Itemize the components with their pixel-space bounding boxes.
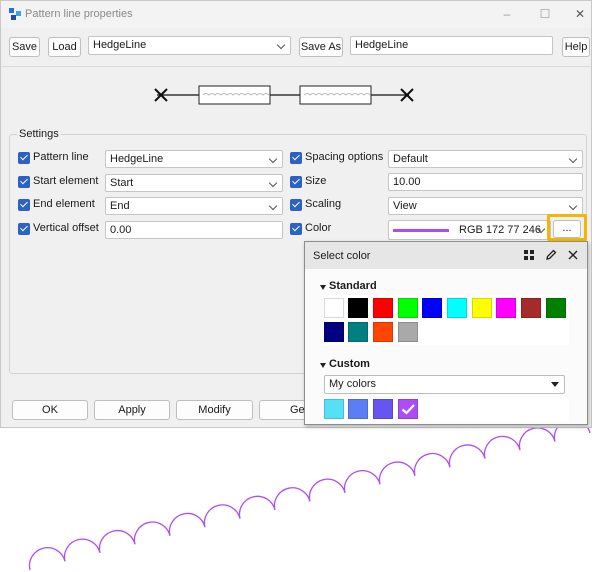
custom-swatch[interactable] xyxy=(324,399,344,419)
select-color-header: Select color xyxy=(305,242,587,269)
vertical-offset-checkbox[interactable] xyxy=(18,223,30,235)
color-checkbox[interactable] xyxy=(290,223,302,235)
standard-swatch[interactable] xyxy=(398,298,418,318)
size-label: Size xyxy=(305,175,327,187)
standard-swatch[interactable] xyxy=(348,322,368,342)
pattern-select[interactable]: HedgeLine xyxy=(88,36,291,55)
pattern-line-select[interactable]: HedgeLine xyxy=(105,150,283,168)
custom-swatch-selected[interactable] xyxy=(398,399,418,419)
standard-section-label: Standard xyxy=(329,280,377,292)
spacing-options-checkbox[interactable] xyxy=(290,152,302,164)
end-element-label: End element xyxy=(33,198,95,210)
standard-swatch[interactable] xyxy=(521,298,541,318)
standard-swatch[interactable] xyxy=(546,298,566,318)
load-button[interactable]: Load xyxy=(48,37,81,57)
standard-swatch[interactable] xyxy=(324,322,344,342)
start-element-select[interactable]: Start xyxy=(105,174,283,192)
vertical-offset-label: Vertical offset xyxy=(33,222,99,234)
settings-group-label: Settings xyxy=(17,128,61,140)
pattern-line-label: Pattern line xyxy=(33,151,89,163)
start-element-checkbox[interactable] xyxy=(18,176,30,188)
custom-swatch[interactable] xyxy=(348,399,368,419)
ok-button[interactable]: OK xyxy=(12,400,88,420)
save-as-name-input[interactable]: HedgeLine xyxy=(350,36,553,55)
standard-swatch[interactable] xyxy=(373,322,393,342)
standard-swatch[interactable] xyxy=(447,298,467,318)
standard-swatch[interactable] xyxy=(373,298,393,318)
app-icon xyxy=(9,8,21,20)
window-title: Pattern line properties xyxy=(25,8,133,20)
highlight-box xyxy=(547,214,587,241)
grid-icon[interactable] xyxy=(524,250,534,260)
scaling-select[interactable]: View xyxy=(388,197,583,215)
color-label: Color xyxy=(305,222,332,234)
close-icon[interactable] xyxy=(568,250,578,260)
standard-collapse-icon[interactable] xyxy=(320,285,326,290)
custom-swatch[interactable] xyxy=(373,399,393,419)
modify-button[interactable]: Modify xyxy=(176,400,253,420)
chevron-down-icon xyxy=(551,382,559,387)
custom-colors-value: My colors xyxy=(329,378,377,390)
apply-button[interactable]: Apply xyxy=(94,400,170,420)
end-element-checkbox[interactable] xyxy=(18,199,30,211)
close-button[interactable]: ✕ xyxy=(567,3,592,25)
separator xyxy=(1,66,591,67)
spacing-options-label: Spacing options xyxy=(305,151,384,163)
color-value: RGB 172 77 246 xyxy=(459,224,541,236)
size-checkbox[interactable] xyxy=(290,176,302,188)
hedge-line-drawing xyxy=(28,428,591,571)
standard-swatch[interactable] xyxy=(398,322,418,342)
start-element-label: Start element xyxy=(33,175,99,187)
help-button[interactable]: Help xyxy=(562,37,590,57)
standard-swatch[interactable] xyxy=(348,298,368,318)
scaling-checkbox[interactable] xyxy=(290,199,302,211)
custom-collapse-icon[interactable] xyxy=(320,363,326,368)
title-bar: Pattern line properties – ☐ ✕ xyxy=(1,1,591,28)
save-as-button[interactable]: Save As xyxy=(299,37,343,57)
select-color-popup: Select color Standard Custom My colors xyxy=(304,241,588,425)
pattern-preview xyxy=(154,85,414,105)
color-swatch-line xyxy=(393,229,449,232)
spacing-options-select[interactable]: Default xyxy=(388,150,583,168)
standard-swatch[interactable] xyxy=(472,298,492,318)
scaling-label: Scaling xyxy=(305,198,342,210)
minimize-button[interactable]: – xyxy=(494,3,520,25)
standard-swatch[interactable] xyxy=(324,298,344,318)
standard-swatch[interactable] xyxy=(496,298,516,318)
standard-swatch[interactable] xyxy=(422,298,442,318)
pencil-icon[interactable] xyxy=(545,249,557,261)
end-element-select[interactable]: End xyxy=(105,197,283,215)
color-select[interactable]: RGB 172 77 246 xyxy=(388,220,551,240)
size-input[interactable]: 10.00 xyxy=(388,173,583,191)
maximize-button[interactable]: ☐ xyxy=(532,3,558,25)
vertical-offset-input[interactable]: 0.00 xyxy=(105,221,283,239)
select-color-title: Select color xyxy=(313,250,371,262)
pattern-line-checkbox[interactable] xyxy=(18,152,30,164)
save-button[interactable]: Save xyxy=(9,37,40,57)
custom-colors-select[interactable]: My colors xyxy=(324,375,565,394)
check-icon xyxy=(401,404,415,415)
custom-section-label: Custom xyxy=(329,358,370,370)
